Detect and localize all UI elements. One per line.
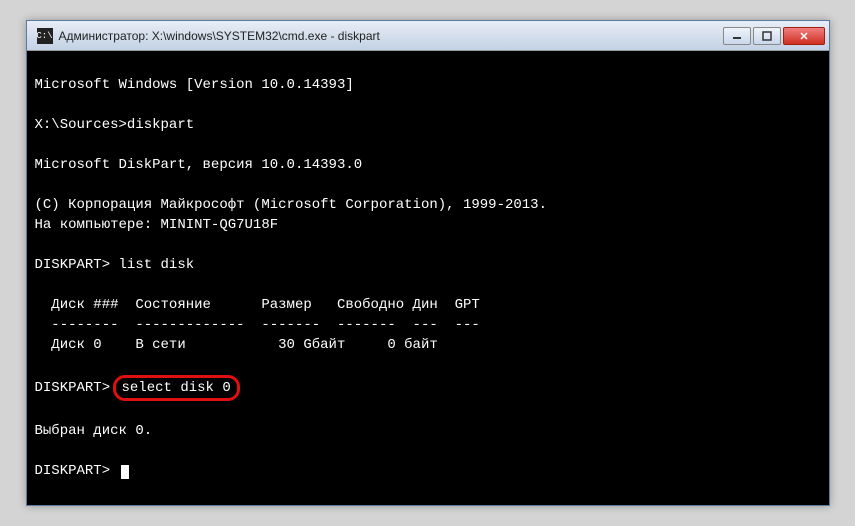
command: diskpart	[127, 117, 194, 133]
prompt-line: DISKPART> select disk 0	[35, 380, 240, 396]
window-title: Администратор: X:\windows\SYSTEM32\cmd.e…	[59, 29, 723, 43]
table-divider: -------- ------------- ------- ------- -…	[35, 317, 480, 333]
table-row: Диск 0 В сети 30 Gбайт 0 байт	[35, 337, 438, 353]
prompt-line: DISKPART> list disk	[35, 257, 195, 273]
prompt-line: DISKPART>	[35, 463, 129, 479]
cmd-icon-text: C:\	[36, 31, 52, 41]
titlebar[interactable]: C:\ Администратор: X:\windows\SYSTEM32\c…	[27, 21, 829, 51]
cmd-icon: C:\	[37, 28, 53, 44]
prompt: DISKPART>	[35, 463, 119, 479]
output-line: Выбран диск 0.	[35, 423, 153, 439]
cursor	[121, 465, 129, 479]
prompt-line: X:\Sources>diskpart	[35, 117, 195, 133]
command: list disk	[119, 257, 195, 273]
output-line: Microsoft DiskPart, версия 10.0.14393.0	[35, 157, 363, 173]
maximize-button[interactable]	[753, 27, 781, 45]
prompt: X:\Sources>	[35, 117, 127, 133]
terminal-content[interactable]: Microsoft Windows [Version 10.0.14393] X…	[27, 51, 829, 505]
close-button[interactable]	[783, 27, 825, 45]
window-controls	[723, 27, 825, 45]
output-line: (C) Корпорация Майкрософт (Microsoft Cor…	[35, 197, 547, 213]
table-header: Диск ### Состояние Размер Свободно Дин G…	[35, 297, 480, 313]
prompt: DISKPART>	[35, 257, 119, 273]
output-line: Microsoft Windows [Version 10.0.14393]	[35, 77, 354, 93]
prompt: DISKPART>	[35, 380, 119, 396]
output-line: На компьютере: MININT-QG7U18F	[35, 217, 279, 233]
cmd-window: C:\ Администратор: X:\windows\SYSTEM32\c…	[26, 20, 830, 506]
minimize-button[interactable]	[723, 27, 751, 45]
highlighted-command: select disk 0	[113, 375, 240, 401]
